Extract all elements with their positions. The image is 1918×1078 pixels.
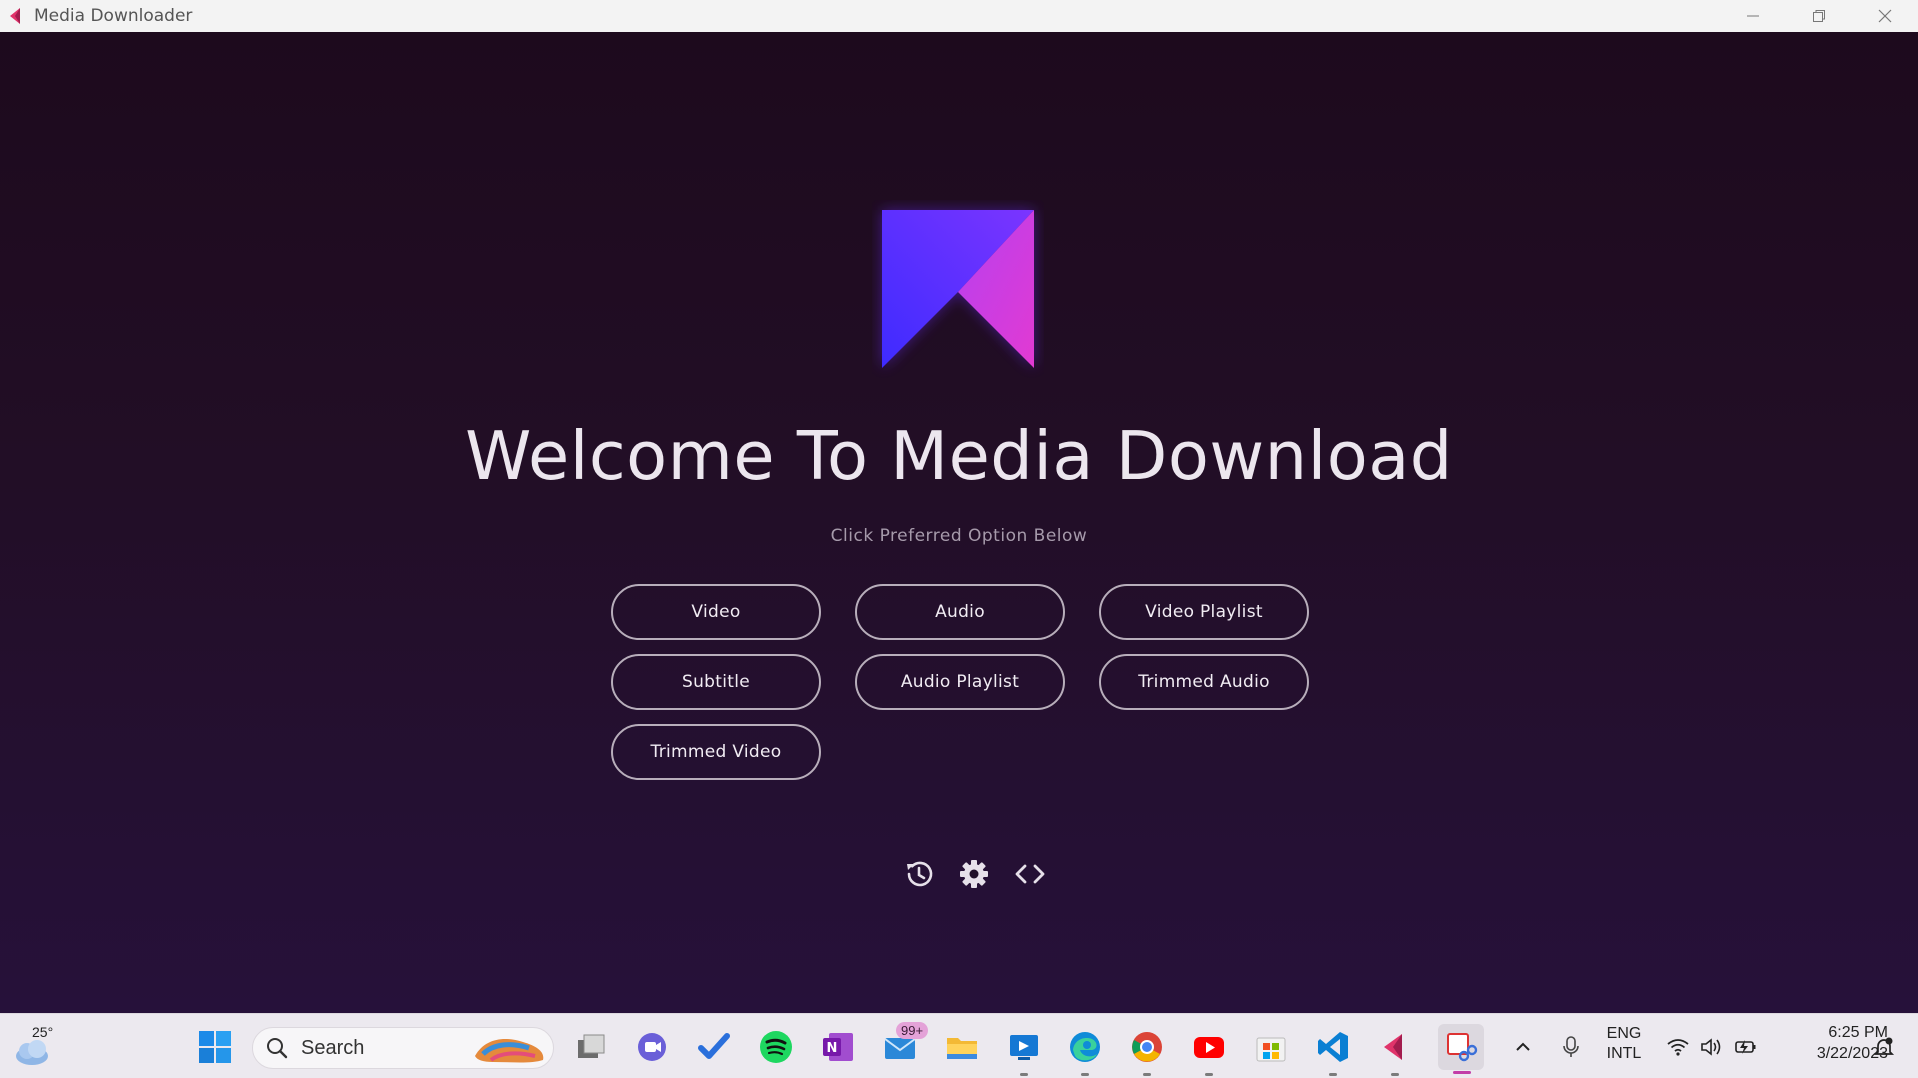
- running-indicator: [1205, 1073, 1213, 1076]
- media-downloader-icon: [1384, 1034, 1402, 1060]
- weather-widget[interactable]: 25°: [12, 1024, 62, 1070]
- spotify-button[interactable]: [757, 1028, 795, 1066]
- code-icon: [1015, 864, 1045, 884]
- onenote-icon: N: [823, 1033, 853, 1061]
- search-icon: [267, 1038, 288, 1059]
- store-button[interactable]: [1252, 1028, 1290, 1066]
- search-highlight-icon: [475, 1038, 544, 1063]
- weather-temp: 25°: [32, 1024, 54, 1040]
- volume-icon: [1701, 1038, 1721, 1056]
- window-title: Media Downloader: [34, 6, 193, 26]
- vscode-button[interactable]: [1314, 1028, 1352, 1076]
- windows-start-icon: [199, 1031, 231, 1063]
- start-button[interactable]: [196, 1028, 234, 1066]
- code-button[interactable]: [1010, 854, 1050, 894]
- app-main: Welcome To Media Download Click Preferre…: [0, 32, 1918, 1013]
- restore-button[interactable]: [1786, 0, 1852, 32]
- subtitle-button[interactable]: Subtitle: [611, 654, 821, 710]
- wifi-button[interactable]: [1662, 1028, 1694, 1066]
- chrome-icon: [1132, 1032, 1162, 1062]
- gear-icon: [960, 860, 988, 888]
- title-bar: Media Downloader: [0, 0, 1918, 32]
- keyboard-layout: INTL: [1606, 1045, 1642, 1062]
- chevron-up-icon: [1516, 1042, 1530, 1051]
- task-view-icon: [578, 1034, 605, 1058]
- running-indicator: [1329, 1073, 1337, 1076]
- trimmed-video-button[interactable]: Trimmed Video: [611, 724, 821, 780]
- svg-text:N: N: [827, 1041, 838, 1056]
- taskbar: 25° Search N 99+ ENG INTL 6:25 PM 3/22/2…: [0, 1013, 1918, 1078]
- store-icon: [1256, 1037, 1286, 1062]
- edge-button[interactable]: [1066, 1028, 1104, 1076]
- task-view-button[interactable]: [572, 1028, 610, 1066]
- microphone-icon: [1563, 1036, 1579, 1057]
- running-indicator: [1143, 1073, 1151, 1076]
- battery-button[interactable]: [1730, 1028, 1762, 1066]
- volume-button[interactable]: [1696, 1028, 1728, 1066]
- battery-charging-icon: [1735, 1040, 1756, 1054]
- notification-bell-icon: [1873, 1037, 1895, 1055]
- audio-button[interactable]: Audio: [855, 584, 1065, 640]
- remote-desktop-icon: [1010, 1035, 1038, 1060]
- history-icon: [907, 861, 933, 887]
- youtube-button[interactable]: [1190, 1028, 1228, 1076]
- running-indicator: [1391, 1073, 1399, 1076]
- app-icon: [10, 8, 20, 24]
- show-hidden-icons-button[interactable]: [1508, 1028, 1538, 1066]
- teams-chat-button[interactable]: [633, 1028, 671, 1066]
- notifications-button[interactable]: [1870, 1028, 1898, 1066]
- chrome-button[interactable]: [1128, 1028, 1166, 1076]
- taskbar-search[interactable]: Search: [252, 1027, 554, 1069]
- chat-icon: [638, 1033, 666, 1061]
- video-button[interactable]: Video: [611, 584, 821, 640]
- onenote-button[interactable]: N: [819, 1028, 857, 1066]
- close-button[interactable]: [1852, 0, 1918, 32]
- active-indicator: [1453, 1071, 1471, 1074]
- minimize-icon: [1747, 15, 1759, 17]
- history-button[interactable]: [899, 854, 939, 894]
- edge-icon: [1070, 1032, 1100, 1062]
- video-playlist-button[interactable]: Video Playlist: [1099, 584, 1309, 640]
- youtube-icon: [1194, 1037, 1224, 1058]
- close-icon: [1878, 9, 1892, 23]
- media-downloader-taskbar-button[interactable]: [1376, 1028, 1414, 1076]
- page-subtitle: Click Preferred Option Below: [830, 526, 1088, 546]
- settings-button[interactable]: [954, 854, 994, 894]
- language-code: ENG: [1606, 1025, 1642, 1042]
- snipping-tool-button[interactable]: [1438, 1024, 1484, 1074]
- folder-icon: [947, 1038, 977, 1059]
- running-indicator: [1081, 1073, 1089, 1076]
- mail-unread-badge: 99+: [896, 1022, 929, 1039]
- snipping-tool-icon: [1447, 1033, 1478, 1062]
- file-explorer-button[interactable]: [943, 1028, 981, 1066]
- minimize-button[interactable]: [1720, 0, 1786, 32]
- restore-icon: [1813, 10, 1825, 22]
- todo-check-icon: [698, 1033, 730, 1059]
- microphone-button[interactable]: [1556, 1028, 1586, 1066]
- page-title: Welcome To Media Download: [465, 417, 1453, 495]
- remote-app-button[interactable]: [1005, 1028, 1043, 1076]
- app-logo-icon: [882, 210, 1034, 368]
- spotify-icon: [760, 1031, 792, 1063]
- wifi-icon: [1667, 1039, 1689, 1056]
- language-indicator[interactable]: ENG INTL: [1598, 1025, 1650, 1063]
- trimmed-audio-button[interactable]: Trimmed Audio: [1099, 654, 1309, 710]
- vscode-icon: [1318, 1032, 1348, 1062]
- audio-playlist-button[interactable]: Audio Playlist: [855, 654, 1065, 710]
- todo-button[interactable]: [695, 1028, 733, 1066]
- search-label: Search: [301, 1036, 365, 1059]
- running-indicator: [1020, 1073, 1028, 1076]
